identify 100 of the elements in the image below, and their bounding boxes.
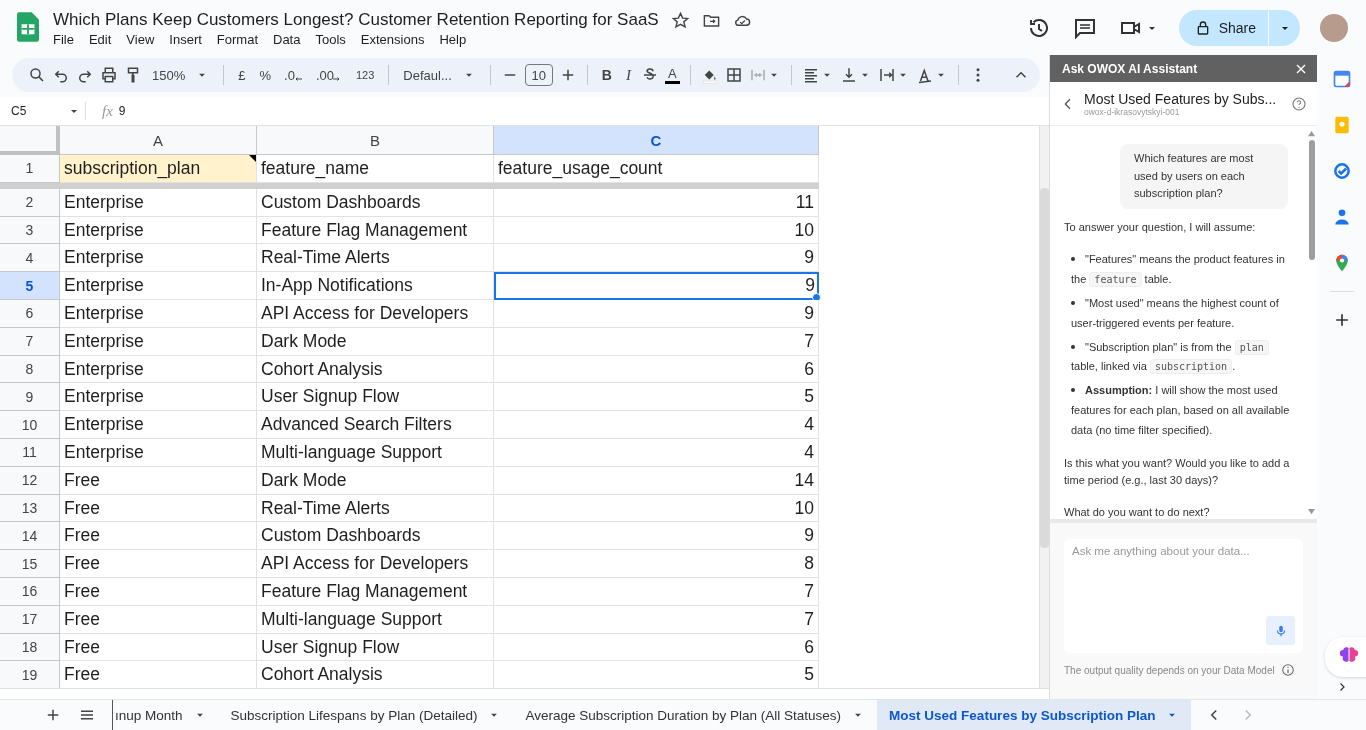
table-cell[interactable]: Enterprise [60,355,257,384]
row-header[interactable]: 11 [0,438,60,467]
number-format-button[interactable]: 123 [351,63,379,87]
row-header[interactable]: 5 [0,272,60,300]
table-cell[interactable]: feature_usage_count [494,155,819,183]
text-wrap-icon[interactable] [877,66,896,84]
table-cell[interactable]: Feature Flag Management [257,216,494,245]
table-cell[interactable]: 4 [494,411,819,439]
table-cell[interactable]: 9 [494,522,819,551]
row-header[interactable]: 3 [0,216,60,245]
font-dropdown[interactable]: Defaul... [399,63,480,87]
row-header[interactable]: 13 [0,494,60,523]
sheet-tab[interactable]: Most Used Features by Subscription Plan [877,700,1192,730]
table-cell[interactable]: 9 [494,300,819,328]
row-header[interactable]: 6 [0,300,60,328]
name-box[interactable]: C5 [0,102,86,120]
table-cell[interactable]: Enterprise [60,327,257,356]
italic-button[interactable]: I [621,63,635,87]
table-cell[interactable]: Dark Mode [257,466,494,495]
table-cell[interactable]: 7 [494,605,819,634]
menu-item[interactable]: Tools [315,32,354,47]
column-header[interactable]: B [257,126,494,155]
font-size-field[interactable]: 10 [524,64,553,86]
row-header[interactable]: 14 [0,522,60,551]
table-cell[interactable]: Free [60,494,257,523]
menu-item[interactable]: Edit [88,32,120,47]
table-cell[interactable]: Real-Time Alerts [257,244,494,273]
table-cell[interactable]: Multi-language Support [257,605,494,634]
row-header[interactable]: 7 [0,327,60,356]
table-cell[interactable]: 7 [494,577,819,606]
zoom-dropdown[interactable]: 150% [148,63,214,87]
menu-item[interactable]: View [126,32,163,47]
row-header[interactable]: 8 [0,355,60,384]
table-cell[interactable]: Custom Dashboards [257,188,494,217]
table-cell[interactable]: 5 [494,383,819,412]
brain-icon[interactable] [1338,645,1359,665]
table-cell[interactable]: In-App Notifications [257,272,494,300]
row-header[interactable]: 4 [0,244,60,273]
table-cell[interactable]: Enterprise [60,383,257,412]
scroll-up-arrow-icon[interactable] [1307,130,1316,137]
row-header[interactable]: 2 [0,188,60,217]
decrease-decimals-button[interactable]: .0 [281,63,307,87]
table-cell[interactable]: feature_name [257,155,494,183]
table-cell[interactable]: Dark Mode [257,327,494,356]
table-cell[interactable]: API Access for Developers [257,300,494,328]
menu-item[interactable]: Extensions [360,32,433,47]
table-cell[interactable]: Real-Time Alerts [257,494,494,523]
microphone-button[interactable] [1266,616,1295,645]
table-cell[interactable]: Enterprise [60,300,257,328]
table-cell[interactable]: 14 [494,466,819,495]
menu-item[interactable]: Help [439,32,475,47]
column-header[interactable]: A [60,126,257,155]
share-button[interactable]: Share [1178,9,1268,46]
table-cell[interactable]: Enterprise [60,411,257,439]
row-header[interactable]: 12 [0,466,60,495]
row-header[interactable]: 19 [0,661,60,688]
borders-icon[interactable] [724,66,743,84]
table-cell[interactable]: 10 [494,494,819,523]
table-cell[interactable]: Free [60,550,257,578]
increase-decimals-button[interactable]: .00 [312,63,346,87]
chat-input-field[interactable]: Ask me anything about your data... [1064,539,1303,653]
text-color-button[interactable]: A [664,66,680,84]
star-icon[interactable] [670,10,690,30]
table-cell[interactable]: 6 [494,355,819,384]
menu-item[interactable]: Format [216,32,266,47]
table-cell[interactable]: Free [60,605,257,634]
table-cell[interactable]: Free [60,577,257,606]
table-cell[interactable]: Free [60,522,257,551]
table-cell[interactable]: Multi-language Support [257,438,494,467]
table-cell[interactable]: Free [60,466,257,495]
table-cell[interactable]: 9 [494,244,819,273]
formula-input[interactable]: 9 [118,104,1049,118]
table-cell[interactable]: Enterprise [60,438,257,467]
help-icon[interactable] [1291,95,1307,112]
row-header[interactable]: 18 [0,633,60,662]
table-cell[interactable]: 8 [494,550,819,578]
table-cell[interactable]: User Signup Flow [257,633,494,662]
currency-format-button[interactable]: £ [234,63,250,87]
table-cell[interactable]: 4 [494,438,819,467]
menu-item[interactable]: Insert [169,32,210,47]
search-icon[interactable] [28,66,46,84]
menu-item[interactable]: File [53,32,82,47]
table-cell[interactable]: 10 [494,216,819,245]
scroll-down-arrow-icon[interactable] [1307,508,1316,515]
horizontal-scrollbar[interactable] [0,688,1049,699]
table-cell[interactable]: 6 [494,633,819,662]
row-header[interactable]: 15 [0,550,60,578]
bold-button[interactable]: B [597,63,616,87]
row-header[interactable]: 17 [0,605,60,634]
table-cell[interactable]: Custom Dashboards [257,522,494,551]
percent-format-button[interactable]: % [255,63,276,87]
print-icon[interactable] [100,66,118,84]
sheet-tab[interactable]: ınup Month [112,700,219,730]
sheet-tab[interactable]: Average Subscription Duration by Plan (All Statuses) [513,700,878,730]
table-cell[interactable]: 7 [494,327,819,356]
table-cell[interactable]: API Access for Developers [257,550,494,578]
table-cell[interactable]: User Signup Flow [257,383,494,412]
row-header[interactable]: 10 [0,411,60,439]
row-header[interactable]: 1 [0,155,60,183]
menu-item[interactable]: Data [273,32,309,47]
